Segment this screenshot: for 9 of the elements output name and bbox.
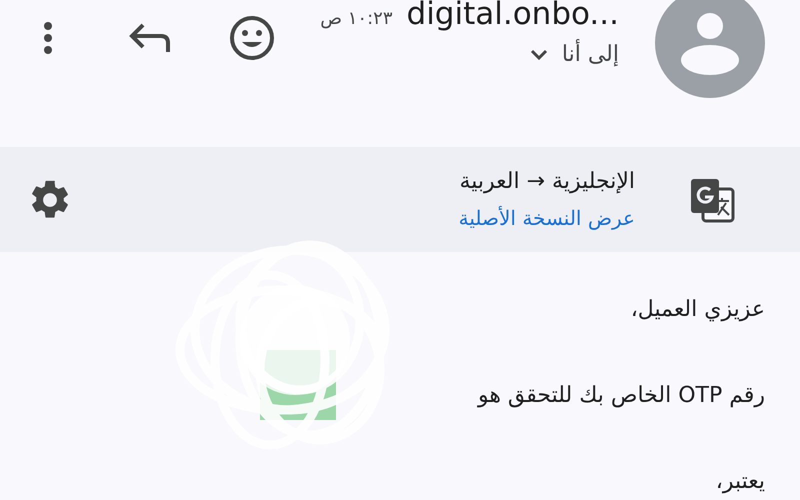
chevron-down-icon — [530, 48, 548, 60]
time: ١٠:٢٣ ص — [320, 8, 393, 29]
message-paragraph: يعتبر، — [716, 468, 765, 496]
sender-name: digital.onbo... — [406, 0, 619, 32]
show-original-link[interactable]: عرض النسخة الأصلية — [458, 206, 635, 230]
translation-languages: الإنجليزية → العربية — [459, 169, 635, 194]
message-paragraph: عزيزي العميل، — [630, 296, 765, 324]
translate-icon — [689, 176, 735, 223]
message-paragraph: رقم OTP الخاص بك للتحقق هو — [478, 382, 765, 410]
